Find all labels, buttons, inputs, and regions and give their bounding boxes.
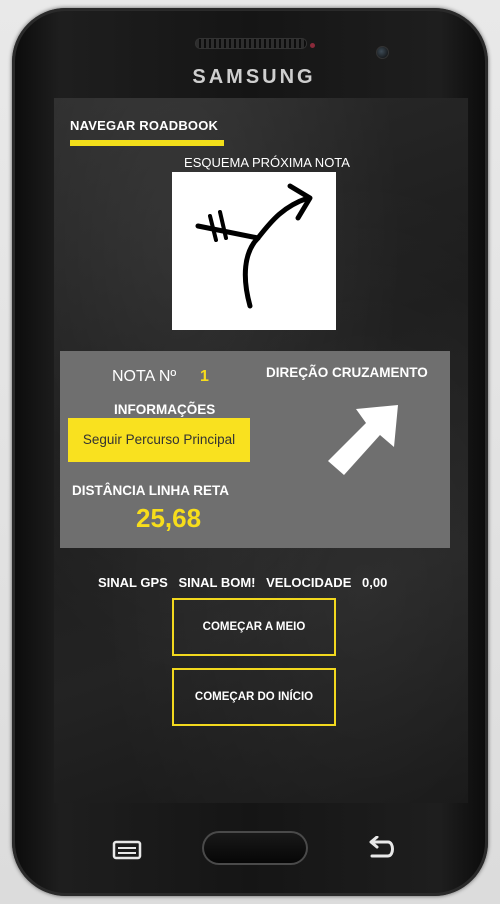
- back-icon[interactable]: [364, 836, 398, 862]
- app-screen: NAVEGAR ROADBOOK ESQUEMA PRÓXIMA NOTA NO…: [54, 98, 468, 803]
- title-underline: [70, 140, 224, 146]
- distance-value: 25,68: [136, 503, 202, 533]
- gps-label: SINAL GPS: [98, 575, 168, 590]
- roadbook-diagram-icon: [195, 183, 313, 309]
- info-panel: NOTA Nº 1 DIREÇÃO CRUZAMENTO INFORMAÇÕES…: [60, 351, 450, 548]
- note-diagram: [172, 172, 336, 330]
- direction-arrow-icon: [328, 405, 398, 475]
- info-label: INFORMAÇÕES: [114, 402, 216, 417]
- next-note-label: ESQUEMA PRÓXIMA NOTA: [184, 155, 350, 170]
- brand-logo: SAMSUNG: [192, 66, 316, 88]
- status-row: SINAL GPS SINAL BOM! VELOCIDADE 0,00: [98, 575, 394, 590]
- earpiece-speaker: [195, 38, 307, 49]
- front-camera: [376, 46, 389, 59]
- home-button[interactable]: [202, 831, 308, 865]
- menu-icon[interactable]: [112, 840, 142, 860]
- info-value[interactable]: Seguir Percurso Principal: [68, 418, 250, 462]
- distance-label: DISTÂNCIA LINHA RETA: [72, 483, 229, 498]
- start-beginning-button[interactable]: COMEÇAR DO INÍCIO: [172, 668, 336, 726]
- proximity-sensor: [310, 43, 315, 48]
- crossing-direction-label: DIREÇÃO CRUZAMENTO: [266, 365, 428, 380]
- speed-label: VELOCIDADE: [266, 575, 352, 590]
- start-middle-button[interactable]: COMEÇAR A MEIO: [172, 598, 336, 656]
- phone-frame: SAMSUNG NAVEGAR ROADBOOK ESQUEMA PRÓXIMA…: [12, 8, 488, 896]
- speed-value: 0,00: [362, 575, 388, 590]
- note-number-value: 1: [200, 368, 209, 385]
- note-number-label: NOTA Nº: [112, 368, 177, 385]
- page-title: NAVEGAR ROADBOOK: [70, 118, 219, 133]
- gps-status: SINAL BOM!: [178, 575, 256, 590]
